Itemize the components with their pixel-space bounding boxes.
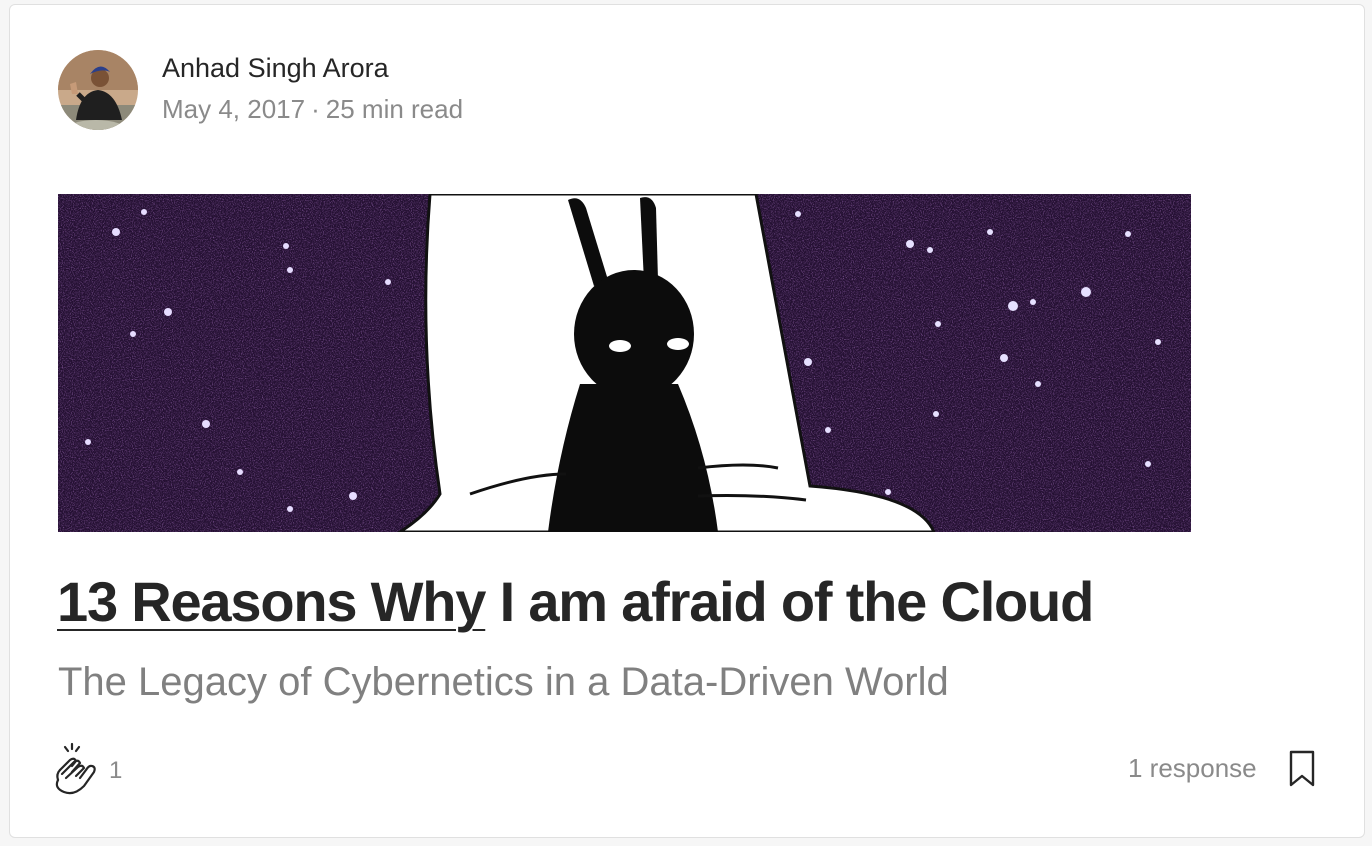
clap-count: 1 [109, 757, 123, 784]
responses-link[interactable]: 1 response [1128, 753, 1257, 784]
title-link[interactable]: 13 Reasons Why [57, 570, 486, 633]
read-time: 25 min read [325, 94, 464, 124]
bookmark-icon[interactable] [1288, 749, 1316, 789]
avatar-photo [58, 50, 138, 130]
meta-separator: · [311, 94, 320, 124]
post-card[interactable]: Anhad Singh Arora May 4, 2017 · 25 min rea… [9, 4, 1365, 838]
hero-illustration [58, 194, 1191, 532]
hero-image[interactable] [58, 194, 1191, 532]
post-date: May 4, 2017 [162, 94, 306, 124]
post-meta: May 4, 2017 · 25 min read [162, 94, 463, 125]
title-rest: I am afraid of the Cloud [485, 570, 1095, 633]
post-title[interactable]: 13 Reasons Why I am afraid of the Cloud [57, 570, 1095, 633]
post-subtitle[interactable]: The Legacy of Cybernetics in a Data-Driv… [58, 660, 949, 705]
author-name[interactable]: Anhad Singh Arora [162, 53, 389, 84]
clap-icon[interactable] [50, 740, 102, 796]
author-avatar[interactable] [58, 50, 138, 130]
